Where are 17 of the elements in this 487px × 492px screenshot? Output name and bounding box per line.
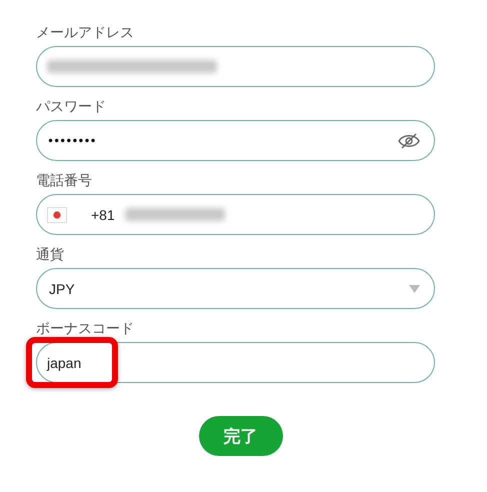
field-label: メールアドレス bbox=[36, 24, 135, 43]
flag-icon[interactable] bbox=[47, 206, 67, 222]
field-label: パスワード bbox=[36, 98, 107, 117]
field-label: 電話番号 bbox=[36, 172, 93, 191]
select-value: JPY bbox=[49, 280, 75, 296]
input-field[interactable] bbox=[36, 46, 435, 87]
field-label: 通貨 bbox=[36, 246, 65, 265]
input-value: japan bbox=[47, 354, 82, 370]
eye-off-icon[interactable] bbox=[398, 132, 420, 148]
select-field[interactable]: JPY bbox=[36, 268, 435, 309]
phone-prefix: +81 bbox=[91, 206, 115, 222]
dropdown-arrow-icon bbox=[409, 284, 420, 292]
input-field[interactable]: •••••••• bbox=[36, 120, 435, 161]
password-value: •••••••• bbox=[47, 134, 96, 148]
field-label: ボーナスコード bbox=[36, 320, 135, 339]
input-field[interactable]: japan bbox=[36, 342, 435, 383]
input-field[interactable]: +81 bbox=[36, 194, 435, 235]
